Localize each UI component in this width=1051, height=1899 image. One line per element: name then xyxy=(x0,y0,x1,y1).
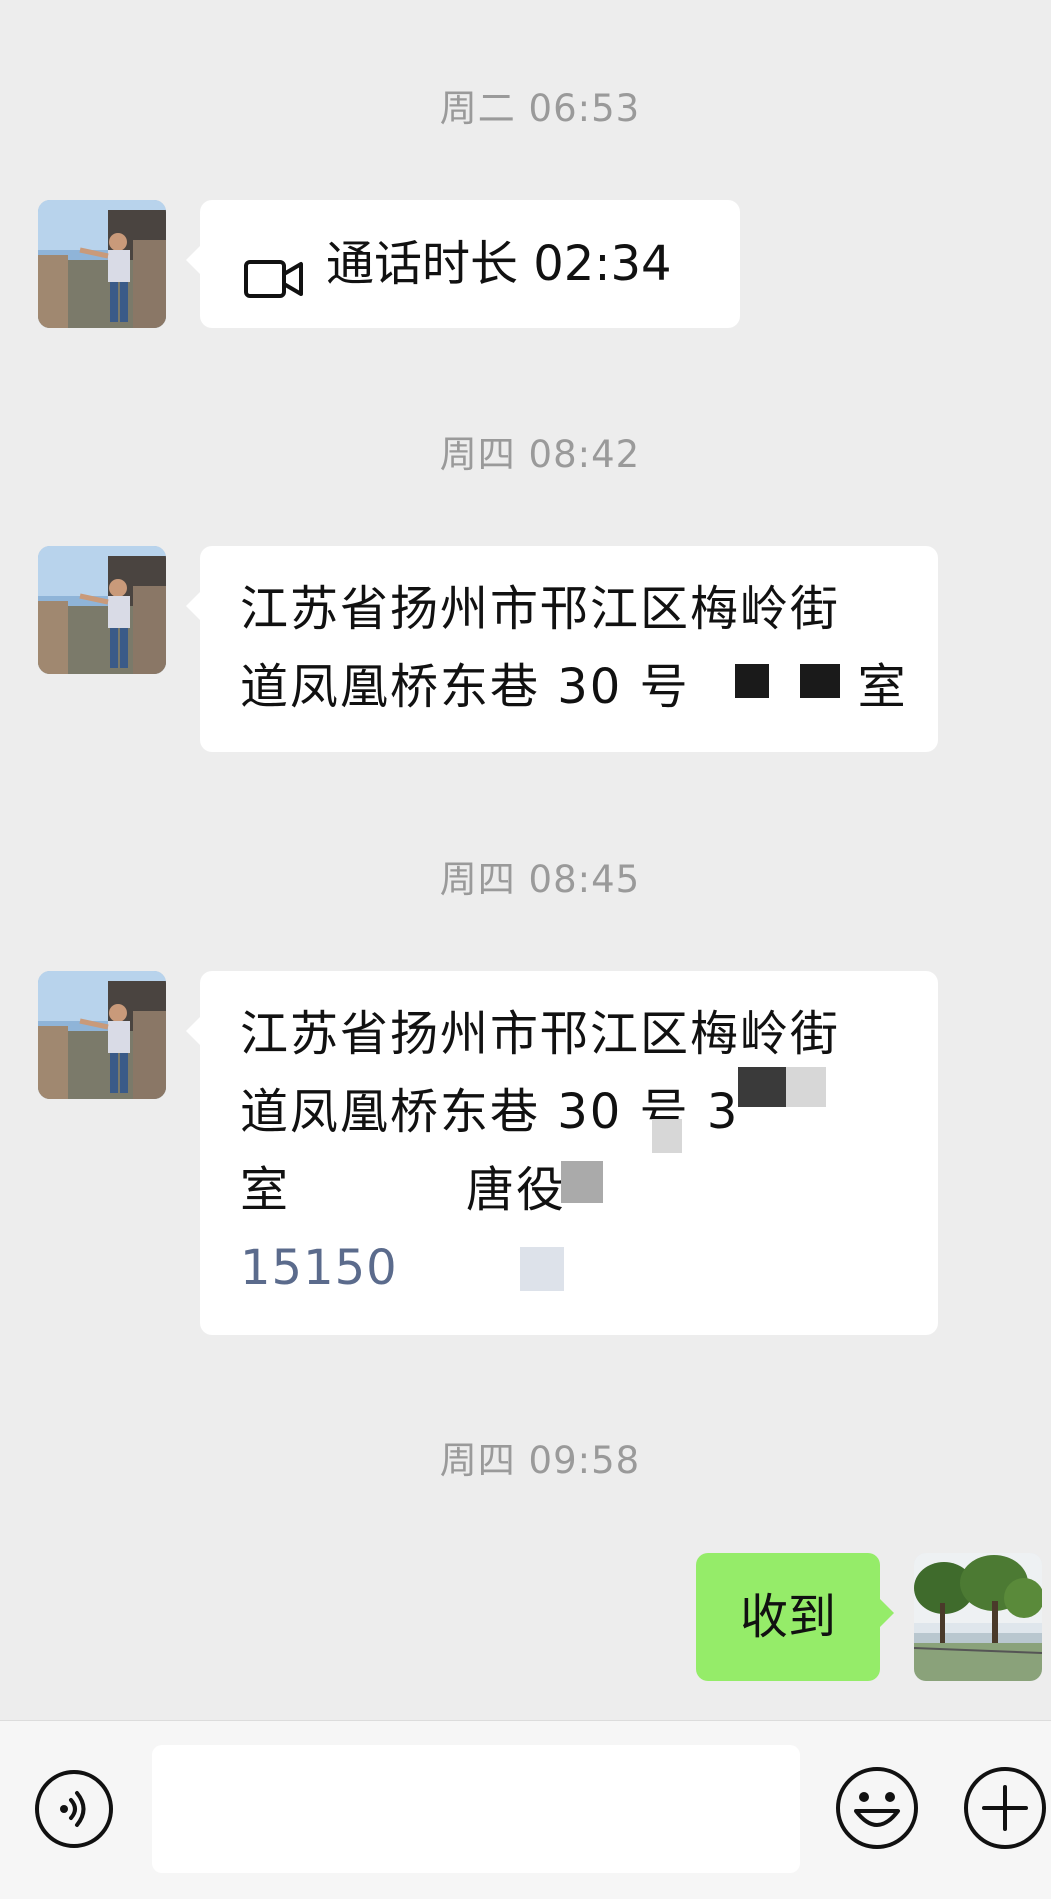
timestamp: 周四 08:45 xyxy=(439,858,641,901)
timestamp: 周二 06:53 xyxy=(439,87,641,130)
contact-avatar[interactable] xyxy=(38,546,166,674)
message-text-line: 江苏省扬州市邗江区梅岭街 xyxy=(240,581,841,637)
redaction-block xyxy=(652,1119,682,1153)
emoji-icon[interactable] xyxy=(834,1765,920,1851)
redaction-block xyxy=(561,1161,603,1203)
message-text-line: 江苏省扬州市邗江区梅岭街 xyxy=(240,1006,841,1062)
redaction-block xyxy=(735,664,769,698)
plus-icon[interactable] xyxy=(962,1765,1048,1851)
input-toolbar xyxy=(0,1720,1051,1899)
message-bubble[interactable]: 江苏省扬州市邗江区梅岭街 道凤凰桥东巷 30 号 3 室唐役 15150 xyxy=(186,971,938,1335)
self-message-bubble[interactable]: 收到 xyxy=(696,1553,894,1681)
contact-avatar[interactable] xyxy=(38,200,166,328)
redaction-block xyxy=(738,1067,786,1107)
redaction-block xyxy=(800,664,840,698)
message-bubble[interactable]: 江苏省扬州市邗江区梅岭街 道凤凰桥东巷 30 号室 xyxy=(186,546,938,752)
video-call-icon xyxy=(244,244,304,298)
timestamp: 周四 09:58 xyxy=(439,1439,641,1482)
contact-avatar[interactable] xyxy=(38,971,166,1099)
call-duration-text: 通话时长 02:34 xyxy=(326,236,672,292)
self-avatar[interactable] xyxy=(914,1553,1042,1681)
redaction-block xyxy=(786,1067,826,1107)
message-text: 收到 xyxy=(739,1589,836,1645)
message-input[interactable] xyxy=(152,1745,800,1873)
phone-number-text[interactable]: 15150 xyxy=(240,1229,898,1307)
call-record-bubble[interactable]: 通话时长 02:34 xyxy=(186,200,740,328)
voice-icon[interactable] xyxy=(34,1769,114,1849)
chat-area[interactable]: 周二 06:53 通话时长 02:34 周四 08:42 江苏省扬州市邗江区梅岭… xyxy=(0,0,1051,1720)
redaction-block xyxy=(520,1247,564,1291)
timestamp: 周四 08:42 xyxy=(439,433,641,476)
